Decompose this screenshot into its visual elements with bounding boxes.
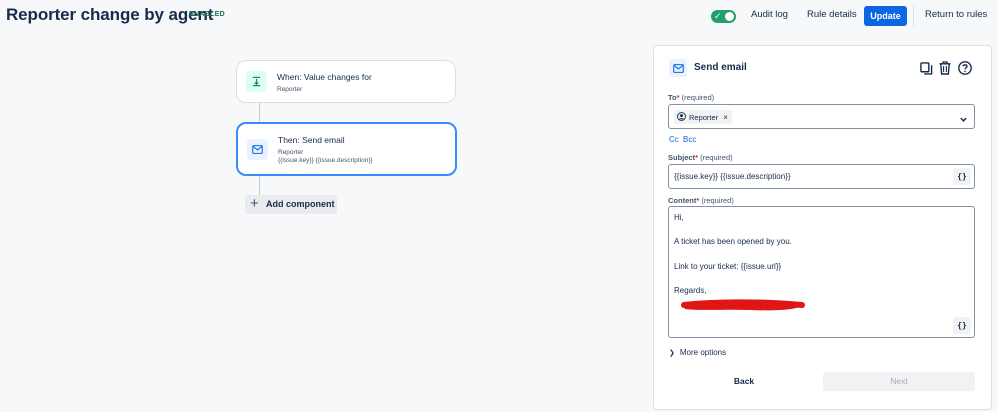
audit-log-button[interactable]: Audit log [751, 9, 788, 20]
subject-label-text: Subject [668, 153, 696, 162]
update-button[interactable]: Update [864, 6, 907, 26]
required-asterisk: * [695, 153, 699, 162]
trigger-node[interactable]: When: Value changes for Reporter [236, 60, 456, 103]
action-subtitle: Reporter [278, 149, 304, 156]
smart-value-button[interactable]: {} [953, 168, 971, 185]
recipient-chip: Reporter × [674, 110, 732, 124]
toggle-knob [725, 12, 734, 21]
duplicate-icon[interactable] [918, 60, 934, 76]
add-component-label: Add component [266, 199, 335, 209]
subject-required-hint: (required) [700, 153, 733, 162]
content-line: Link to your ticket: {{issue.url}} [674, 262, 782, 271]
rule-details-button[interactable]: Rule details [807, 9, 857, 20]
content-label-text: Content [668, 196, 697, 205]
back-button[interactable]: Back [668, 372, 820, 391]
mail-icon [669, 59, 687, 77]
chevron-down-icon[interactable] [959, 111, 968, 129]
to-label: To* (required) [668, 93, 714, 102]
content-label: Content* (required) [668, 196, 734, 205]
more-options-label: More options [679, 348, 727, 357]
smart-value-button[interactable]: {} [953, 317, 971, 334]
help-icon[interactable] [957, 60, 973, 76]
trash-icon[interactable] [937, 60, 953, 76]
to-required-hint: (required) [681, 93, 715, 102]
content-line: Regards, [674, 286, 707, 295]
panel-title: Send email [694, 62, 747, 73]
required-asterisk: * [676, 93, 680, 102]
subject-input[interactable]: {{issue.key}} {{issue.description}} {} [668, 164, 975, 189]
content-required-hint: (required) [701, 196, 734, 205]
to-label-text: To [668, 93, 677, 102]
plus-icon: + [250, 195, 259, 212]
bcc-link[interactable]: Bcc [683, 135, 696, 144]
cc-link[interactable]: Cc [669, 135, 679, 144]
trigger-subtitle: Reporter [277, 86, 303, 93]
rule-title: Reporter change by agent [6, 5, 214, 24]
user-avatar-icon [677, 111, 686, 123]
more-options-toggle[interactable]: ❯ More options [669, 348, 726, 357]
check-icon: ✓ [714, 11, 722, 21]
content-line: Hi, [674, 213, 684, 222]
action-title: Then: Send email [278, 135, 345, 145]
status-badge: ENABLED [189, 11, 225, 18]
subject-label: Subject* (required) [668, 153, 733, 162]
field-change-icon [246, 71, 267, 92]
return-to-rules-button[interactable]: Return to rules [925, 9, 987, 20]
next-button[interactable]: Next [823, 372, 975, 391]
rule-enabled-toggle[interactable]: ✓ [711, 10, 736, 23]
mail-icon [247, 139, 268, 160]
action-node[interactable]: Then: Send email Reporter {{issue.key}} … [236, 122, 457, 176]
chevron-right-icon: ❯ [669, 350, 675, 357]
remove-chip-icon[interactable]: × [723, 113, 728, 122]
flow-connector [259, 103, 260, 122]
recipient-chip-label: Reporter [689, 112, 719, 122]
trigger-title: When: Value changes for [277, 72, 372, 82]
content-line: A ticket has been opened by you. [674, 237, 792, 246]
required-asterisk: * [696, 196, 700, 205]
add-component-button[interactable]: + Add component [245, 195, 337, 214]
rule-header: Reporter change by agent ENABLED ✓ Audit… [0, 0, 998, 36]
action-detail: {{issue.key}} {{issue.description}} [278, 157, 373, 164]
flow-connector [259, 176, 260, 195]
subject-value: {{issue.key}} {{issue.description}} [674, 172, 791, 181]
component-config-panel: Send email To* (required) Reporter × Cc … [653, 45, 992, 410]
to-select[interactable]: Reporter × [668, 104, 975, 129]
redaction-scribble [681, 299, 805, 311]
content-textarea[interactable]: Hi, A ticket has been opened by you. Lin… [668, 206, 975, 338]
header-divider [913, 5, 914, 27]
